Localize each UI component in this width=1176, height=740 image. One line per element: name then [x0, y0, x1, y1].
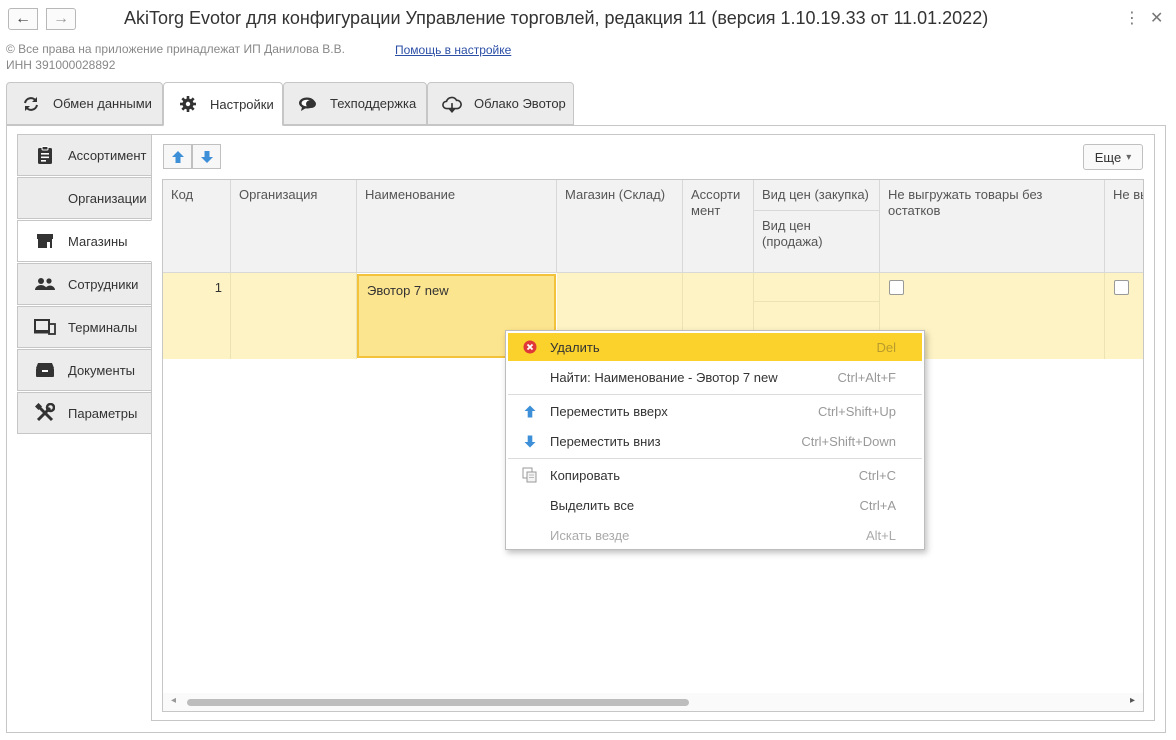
tab-support[interactable]: Техподдержка [283, 82, 427, 125]
help-link[interactable]: Помощь в настройке [395, 43, 511, 57]
column-header-price-sale[interactable]: Вид цен (продажа) [754, 211, 880, 273]
tools-icon [34, 403, 56, 423]
gear-icon [178, 94, 198, 114]
delete-icon [522, 339, 538, 355]
sidebar-item-terminals[interactable]: Терминалы [17, 306, 152, 348]
window-title: AkiTorg Evotor для конфигурации Управлен… [124, 8, 989, 28]
column-header-no-unload[interactable]: Не выгружать товары без остатков [880, 180, 1105, 273]
menu-item-shortcut: Ctrl+Shift+Down [801, 433, 896, 449]
people-icon [34, 274, 56, 294]
sidebar-item-label: Терминалы [68, 319, 138, 335]
menu-item-label: Удалить [550, 339, 600, 355]
inn-text: ИНН 391000028892 [6, 58, 116, 72]
more-button[interactable]: Еще ▾ [1083, 144, 1143, 170]
extra-checkbox[interactable] [1114, 280, 1129, 295]
copy-icon [522, 467, 538, 483]
arrow-up-icon [522, 403, 538, 419]
tab-label: Настройки [210, 96, 274, 112]
menu-item-label: Переместить вверх [550, 403, 668, 419]
tab-evotor-cloud[interactable]: Облако Эвотор [427, 82, 574, 125]
scroll-right-icon[interactable]: ▸ [1130, 695, 1135, 706]
menu-item-shortcut: Ctrl+A [859, 497, 896, 513]
close-icon[interactable]: ✕ [1150, 8, 1163, 28]
tab-settings[interactable]: Настройки [163, 82, 283, 126]
box-icon [34, 360, 56, 380]
menu-item-label: Искать везде [550, 527, 630, 543]
sidebar-item-label: Сотрудники [68, 276, 139, 292]
sidebar-item-label: Магазины [68, 233, 128, 249]
tab-label: Техподдержка [330, 96, 417, 111]
menu-item-copy[interactable]: Копировать Ctrl+C [508, 461, 922, 489]
menu-item-shortcut: Ctrl+Alt+F [837, 369, 896, 385]
arrow-down-icon [522, 433, 538, 449]
sidebar-item-employees[interactable]: Сотрудники [17, 263, 152, 305]
menu-item-label: Выделить все [550, 497, 635, 513]
sync-icon [21, 94, 41, 114]
sidebar-item-label: Документы [68, 362, 136, 378]
menu-item-shortcut: Del [876, 339, 896, 355]
column-header-extra[interactable]: Не вы [1105, 180, 1143, 273]
no-unload-checkbox[interactable] [889, 280, 904, 295]
context-menu: Удалить Del Найти: Наименование - Эвотор… [505, 330, 925, 550]
cloud-icon [442, 94, 462, 114]
menu-item-shortcut: Ctrl+Shift+Up [817, 403, 896, 419]
chat-icon [298, 94, 318, 114]
column-header-code[interactable]: Код [163, 180, 231, 273]
more-options-icon[interactable]: ⋮ [1124, 8, 1140, 28]
column-header-name[interactable]: Наименование [357, 180, 557, 273]
tab-label: Облако Эвотор [474, 96, 566, 111]
scroll-left-icon[interactable]: ◂ [171, 695, 176, 706]
arrow-up-icon [171, 150, 184, 163]
horizontal-scrollbar[interactable]: ◂ ▸ [163, 693, 1143, 711]
sidebar-item-label: Ассортимент [68, 147, 147, 163]
menu-item-move-up[interactable]: Переместить вверх Ctrl+Shift+Up [508, 397, 922, 425]
tab-data-exchange[interactable]: Обмен данными [6, 82, 163, 125]
sidebar-item-label: Организации [68, 190, 147, 206]
sidebar-item-organizations[interactable]: Организации [17, 177, 152, 219]
column-header-store[interactable]: Магазин (Склад) [557, 180, 683, 273]
menu-item-find[interactable]: Найти: Наименование - Эвотор 7 new Ctrl+… [508, 363, 922, 391]
menu-item-select-all[interactable]: Выделить все Ctrl+A [508, 491, 922, 519]
tab-label: Обмен данными [53, 96, 152, 111]
table-cell-code[interactable]: 1 [163, 273, 231, 359]
move-up-button[interactable] [163, 144, 192, 169]
table-cell-price-purchase[interactable] [754, 273, 880, 302]
sidebar-item-parameters[interactable]: Параметры [17, 392, 152, 434]
menu-item-delete[interactable]: Удалить Del [508, 333, 922, 361]
move-down-button[interactable] [192, 144, 221, 169]
menu-item-label: Переместить вниз [550, 433, 661, 449]
back-button[interactable]: ← [8, 8, 38, 30]
forward-button[interactable]: → [46, 8, 76, 30]
copyright-text: © Все права на приложение принадлежат ИП… [6, 42, 345, 56]
scrollbar-thumb[interactable] [187, 699, 689, 706]
menu-separator [508, 394, 922, 395]
store-icon [34, 231, 56, 251]
column-header-organization[interactable]: Организация [231, 180, 357, 273]
menu-separator [508, 458, 922, 459]
clipboard-icon [34, 145, 56, 165]
more-label: Еще [1094, 149, 1122, 165]
table-cell-extra [1105, 273, 1143, 359]
sidebar-item-assortment[interactable]: Ассортимент [17, 134, 152, 176]
table-cell-organization[interactable] [231, 273, 357, 359]
menu-item-search-everywhere[interactable]: Искать везде Alt+L [508, 521, 922, 549]
sidebar-item-documents[interactable]: Документы [17, 349, 152, 391]
menu-item-label: Копировать [550, 467, 620, 483]
column-header-assortment[interactable]: Ассорти мент [683, 180, 754, 273]
column-header-price-purchase[interactable]: Вид цен (закупка) [754, 180, 880, 211]
sidebar-item-label: Параметры [68, 405, 138, 421]
menu-item-label: Найти: Наименование - Эвотор 7 new [550, 369, 778, 385]
menu-item-shortcut: Alt+L [866, 527, 896, 543]
sidebar-item-stores[interactable]: Магазины [17, 220, 152, 262]
terminal-icon [34, 317, 56, 337]
menu-item-move-down[interactable]: Переместить вниз Ctrl+Shift+Down [508, 427, 922, 455]
chevron-down-icon: ▾ [1126, 151, 1132, 163]
arrow-down-icon [200, 150, 213, 163]
menu-item-shortcut: Ctrl+C [858, 467, 896, 483]
